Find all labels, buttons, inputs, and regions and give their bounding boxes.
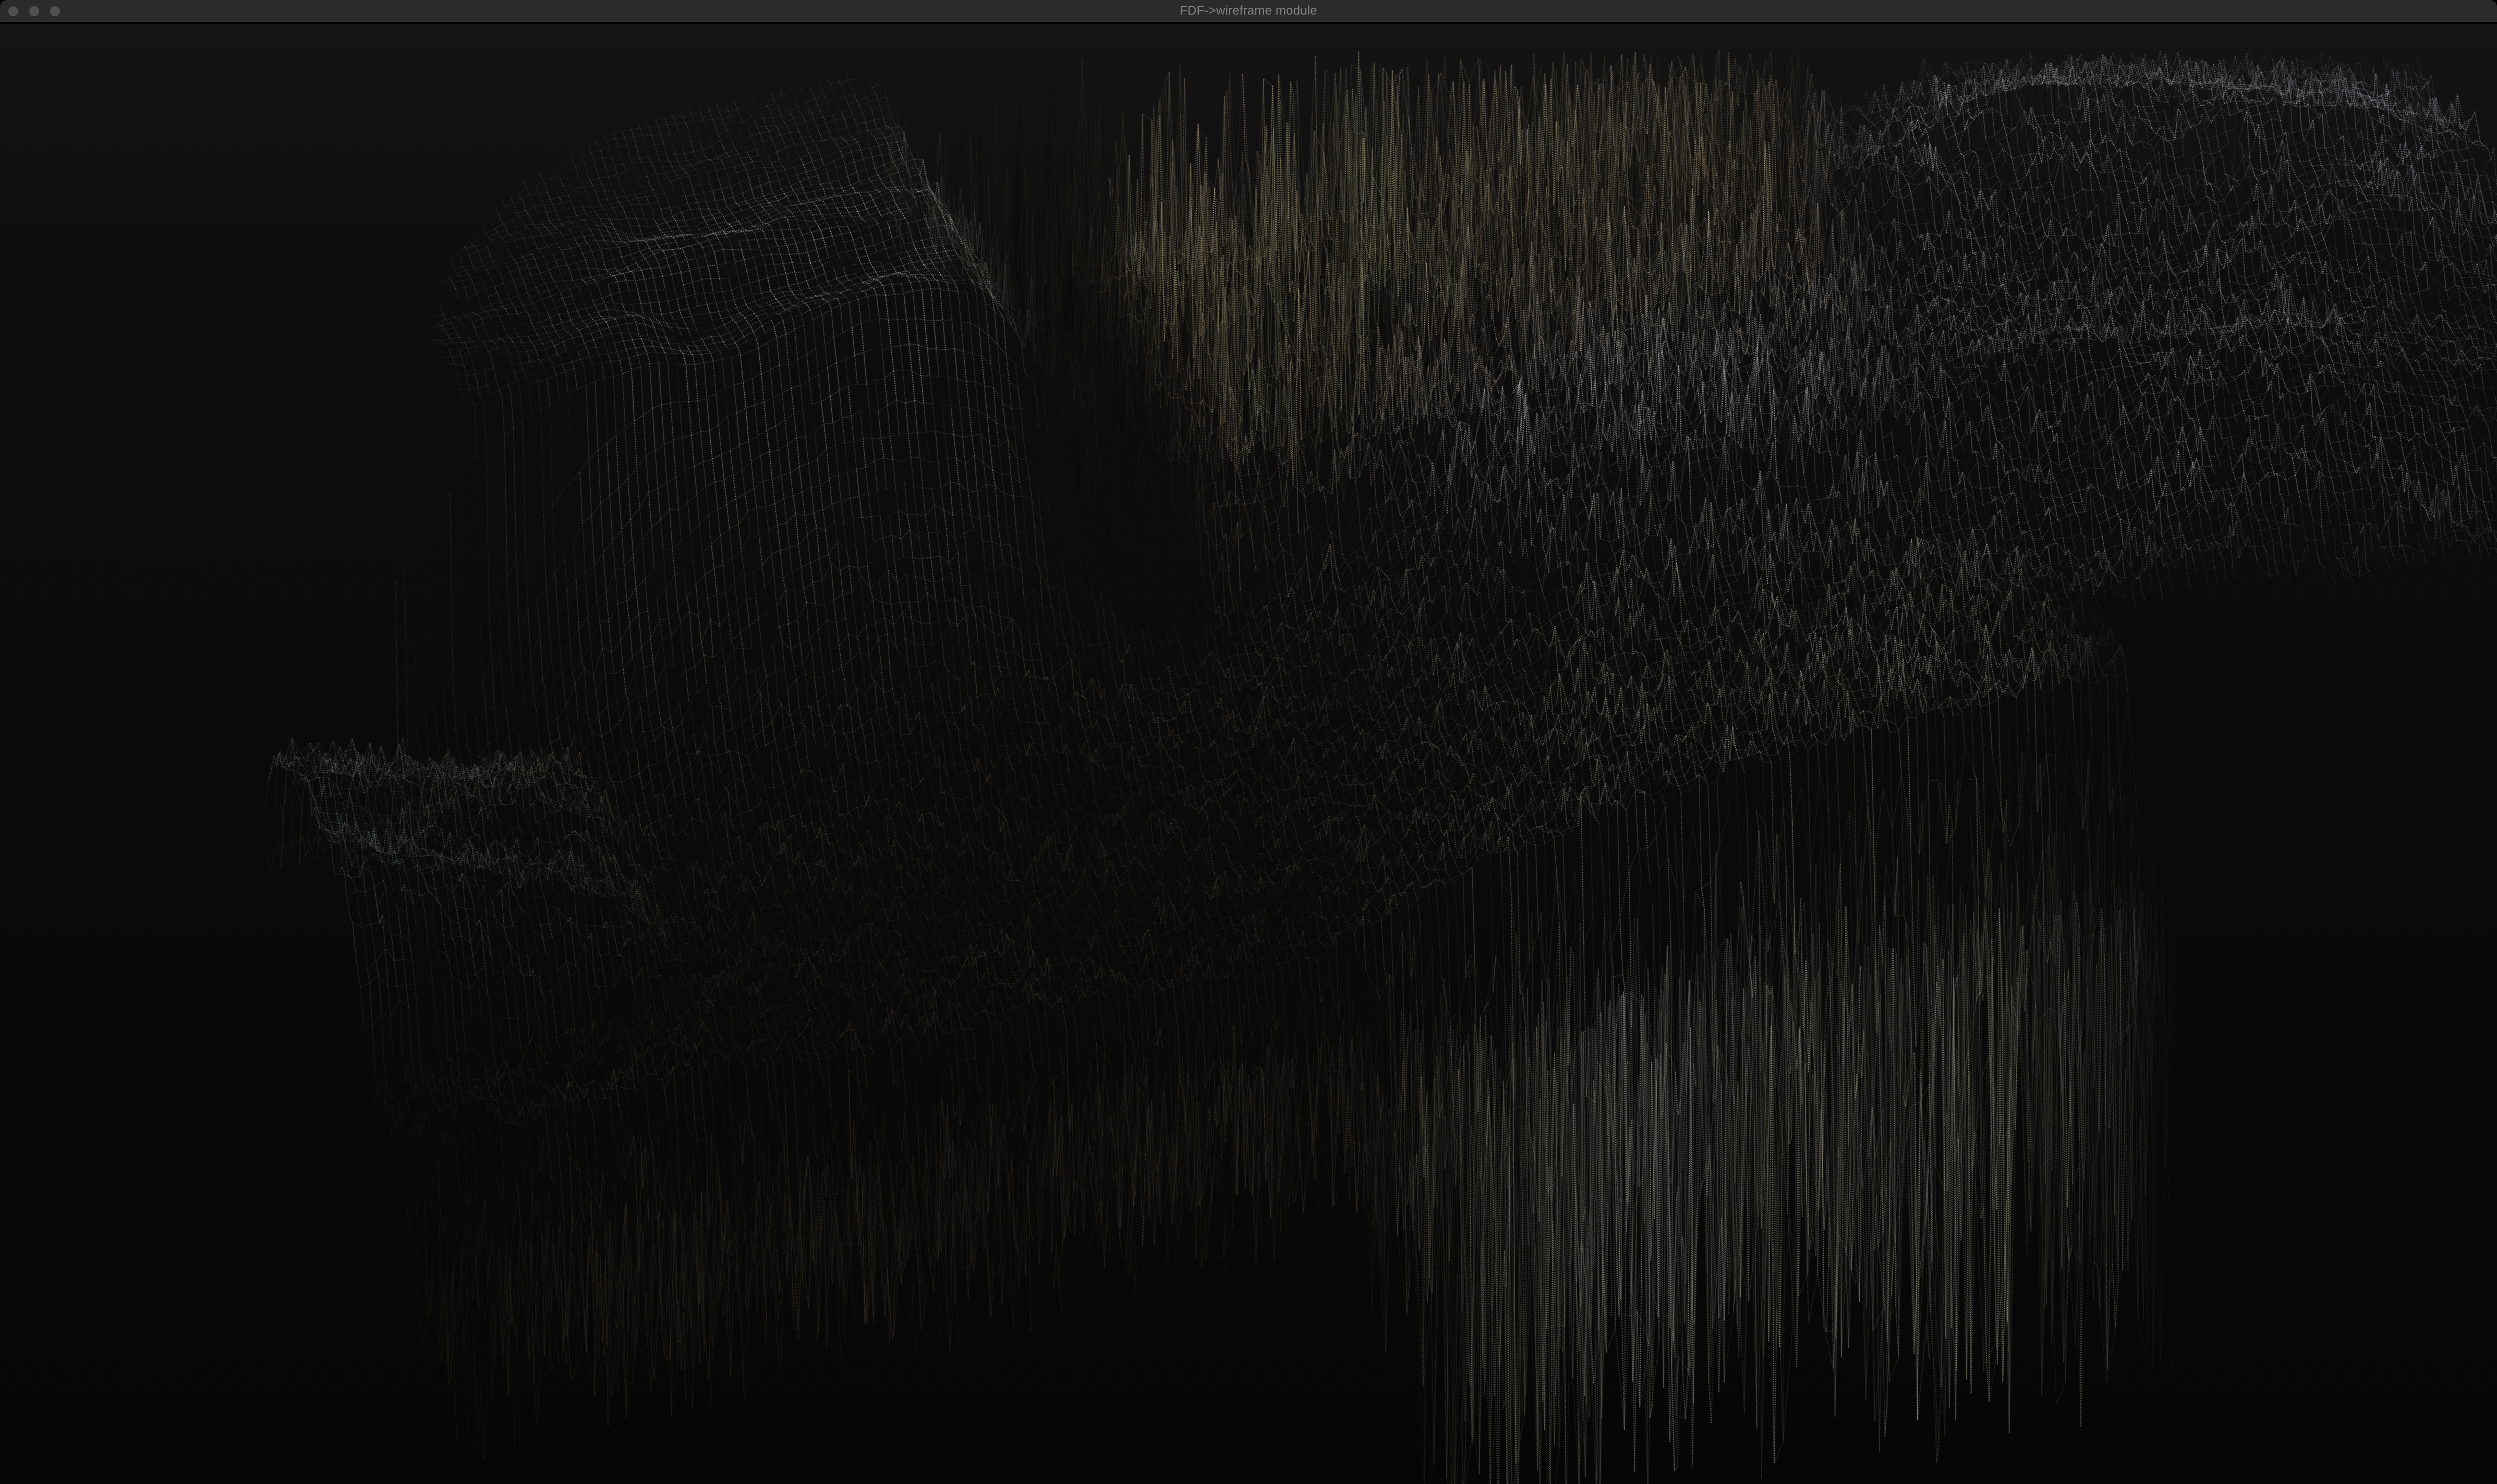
minimize-button[interactable] bbox=[29, 6, 39, 16]
window-controls bbox=[8, 0, 60, 22]
wireframe-canvas[interactable] bbox=[0, 24, 2497, 1484]
close-button[interactable] bbox=[8, 6, 18, 16]
zoom-button[interactable] bbox=[50, 6, 60, 16]
window-title: FDF->wireframe module bbox=[1180, 4, 1317, 18]
render-viewport bbox=[0, 24, 2497, 1484]
app-window: FDF->wireframe module bbox=[0, 0, 2497, 1484]
title-bar[interactable]: FDF->wireframe module bbox=[0, 0, 2497, 24]
